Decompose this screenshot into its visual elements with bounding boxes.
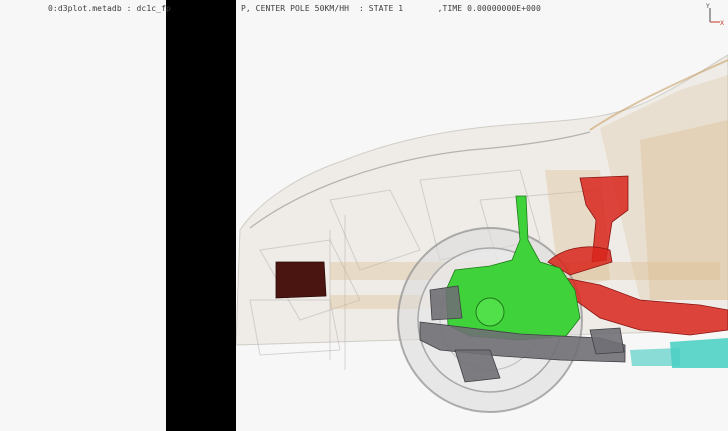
time-label: ,TIME 0.00000000E+000 xyxy=(437,4,541,13)
state-label: STATE 1 xyxy=(368,4,404,13)
y-axis-label: Y xyxy=(705,3,710,10)
occlusion-bar xyxy=(166,0,236,431)
viewer-header: 0:d3plot.metadb : dc1c_fp P, CENTER POLE … xyxy=(48,4,541,13)
car-model-render[interactable] xyxy=(0,0,728,431)
3d-viewport[interactable]: 0:d3plot.metadb : dc1c_fp P, CENTER POLE … xyxy=(0,0,728,431)
model-prefix: dc1c_fp xyxy=(136,4,171,13)
header-separator-2: : xyxy=(358,4,364,13)
x-axis-label: X xyxy=(720,20,724,27)
battery-tray-lower xyxy=(630,348,680,366)
model-suffix: P, CENTER POLE 50KM/HH xyxy=(240,4,350,13)
header-separator: : xyxy=(126,4,132,13)
file-label: 0:d3plot.metadb xyxy=(48,4,122,13)
axis-triad: Y X xyxy=(700,2,724,28)
green-bracket-boss xyxy=(475,297,505,327)
front-bumper-block xyxy=(275,261,327,299)
